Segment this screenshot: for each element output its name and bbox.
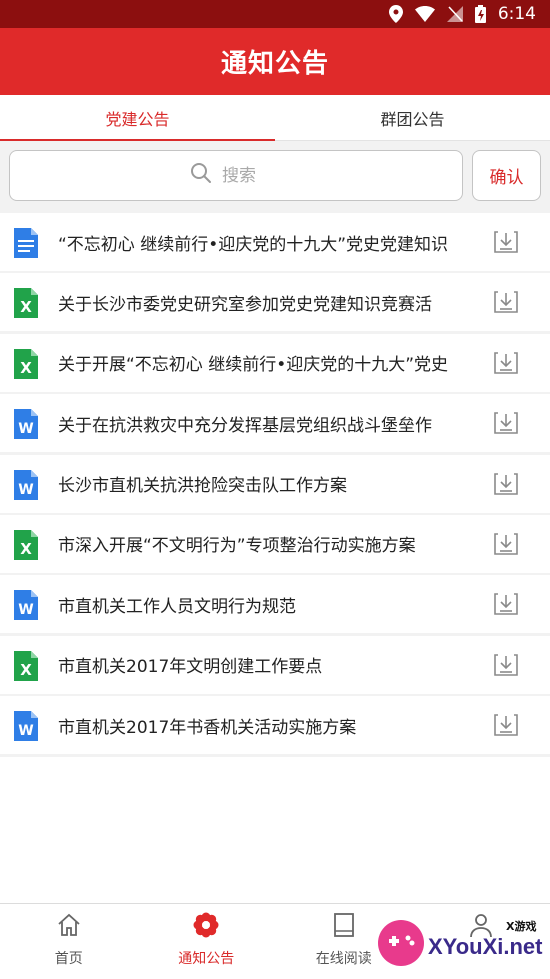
file-row[interactable]: W 市直机关2017年书香机关活动实施方案 bbox=[0, 696, 550, 755]
download-icon[interactable] bbox=[494, 714, 518, 736]
download-icon[interactable] bbox=[494, 291, 518, 314]
file-title: 市直机关工作人员文明行为规范 bbox=[58, 596, 296, 617]
file-row[interactable]: X 市直机关2017年文明创建工作要点 bbox=[0, 635, 550, 694]
svg-text:X: X bbox=[20, 661, 32, 679]
file-title: 市直机关2017年文明创建工作要点 bbox=[58, 657, 323, 678]
file-row[interactable]: X 关于长沙市委党史研究室参加党史党建知识竞赛活 bbox=[0, 273, 550, 332]
svg-text:W: W bbox=[18, 602, 33, 618]
file-row[interactable]: X 关于开展“不忘初心 继续前行•迎庆党的十九大”党史 bbox=[0, 333, 550, 392]
home-icon bbox=[56, 912, 82, 942]
word-file-icon: W bbox=[14, 469, 38, 500]
gamepad-icon bbox=[378, 920, 424, 966]
svg-text:W: W bbox=[18, 723, 33, 739]
svg-text:W: W bbox=[18, 482, 33, 498]
excel-file-icon: X bbox=[14, 348, 38, 379]
location-icon bbox=[388, 5, 403, 23]
excel-file-icon: X bbox=[14, 650, 38, 681]
svg-text:X: X bbox=[20, 298, 32, 316]
confirm-button[interactable]: 确认 bbox=[472, 150, 541, 201]
status-bar: 6:14 bbox=[0, 0, 550, 28]
search-input[interactable] bbox=[222, 165, 282, 186]
nav-notice-label: 通知公告 bbox=[178, 951, 235, 967]
svg-text:W: W bbox=[18, 421, 33, 437]
svg-text:X: X bbox=[20, 540, 32, 558]
file-row[interactable]: W 市直机关工作人员文明行为规范 bbox=[0, 575, 550, 634]
file-title: 关于开展“不忘初心 继续前行•迎庆党的十九大”党史 bbox=[58, 355, 449, 376]
search-box[interactable] bbox=[9, 150, 463, 201]
flower-icon bbox=[193, 912, 219, 942]
file-title: 关于在抗洪救灾中充分发挥基层党组织战斗堡垒作 bbox=[58, 415, 432, 436]
download-icon[interactable] bbox=[494, 593, 518, 616]
file-title: 关于长沙市委党史研究室参加党史党建知识竞赛活 bbox=[58, 294, 432, 315]
nav-home-label: 首页 bbox=[54, 951, 83, 967]
tab-group-notice[interactable]: 群团公告 bbox=[275, 95, 550, 140]
battery-icon bbox=[474, 5, 486, 23]
search-row: 确认 bbox=[0, 141, 550, 213]
nav-notice[interactable]: 通知公告 bbox=[138, 904, 276, 979]
file-row[interactable]: X 市深入开展“不文明行为”专项整治行动实施方案 bbox=[0, 514, 550, 573]
file-title: “不忘初心 继续前行•迎庆党的十九大”党史党建知识 bbox=[58, 234, 449, 255]
watermark-small-text: X游戏 bbox=[506, 920, 537, 933]
tab-bar: 党建公告 群团公告 bbox=[0, 95, 550, 141]
word-file-icon: W bbox=[14, 711, 38, 742]
download-icon[interactable] bbox=[494, 231, 518, 253]
search-icon bbox=[190, 162, 212, 189]
nav-home[interactable]: 首页 bbox=[0, 904, 138, 979]
word-file-icon: W bbox=[14, 590, 38, 621]
download-icon[interactable] bbox=[494, 653, 518, 676]
file-title: 市深入开展“不文明行为”专项整治行动实施方案 bbox=[58, 536, 416, 557]
page-title: 通知公告 bbox=[0, 28, 550, 95]
file-title: 长沙市直机关抗洪抢险突击队工作方案 bbox=[58, 476, 347, 497]
signal-off-icon bbox=[446, 6, 463, 22]
file-row[interactable]: W 关于在抗洪救灾中充分发挥基层党组织战斗堡垒作 bbox=[0, 394, 550, 453]
download-icon[interactable] bbox=[494, 533, 518, 555]
download-icon[interactable] bbox=[494, 412, 518, 434]
file-title: 市直机关2017年书香机关活动实施方案 bbox=[58, 717, 357, 738]
document-file-icon bbox=[14, 228, 38, 258]
status-time: 6:14 bbox=[497, 4, 536, 24]
watermark-text: XYouXi.net bbox=[428, 934, 543, 959]
excel-file-icon: X bbox=[14, 288, 38, 319]
book-icon bbox=[331, 912, 357, 942]
watermark-logo: X游戏 XYouXi.net bbox=[378, 916, 546, 976]
file-row[interactable]: W 长沙市直机关抗洪抢险突击队工作方案 bbox=[0, 454, 550, 513]
excel-file-icon: X bbox=[14, 529, 38, 560]
download-icon[interactable] bbox=[494, 351, 518, 374]
wifi-icon bbox=[414, 6, 435, 22]
tab-party-notice[interactable]: 党建公告 bbox=[0, 95, 275, 141]
file-list: “不忘初心 继续前行•迎庆党的十九大”党史党建知识 X 关于长沙市委党史研究室参加党… bbox=[0, 213, 550, 757]
word-file-icon: W bbox=[14, 409, 38, 440]
download-icon[interactable] bbox=[494, 472, 518, 495]
svg-text:X: X bbox=[20, 359, 32, 377]
nav-reading-label: 在线阅读 bbox=[315, 951, 372, 967]
file-row[interactable]: “不忘初心 继续前行•迎庆党的十九大”党史党建知识 bbox=[0, 213, 550, 271]
